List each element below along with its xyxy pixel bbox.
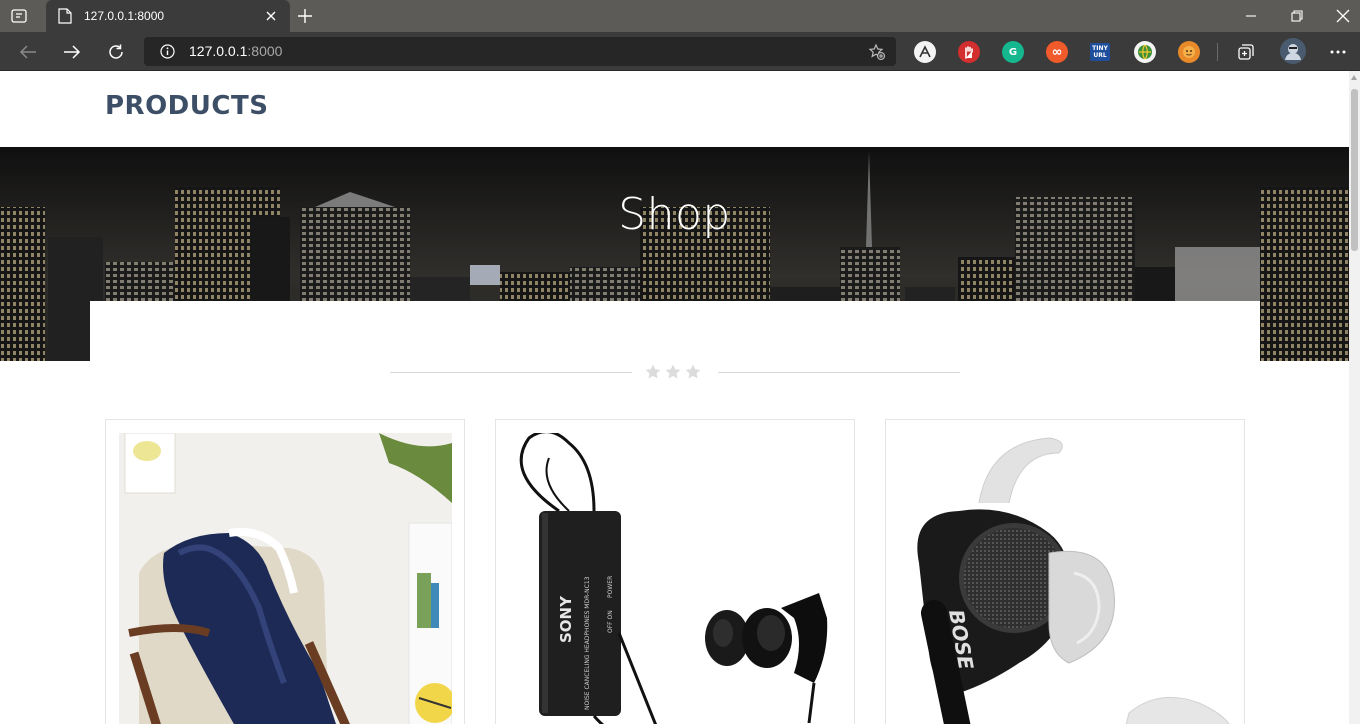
svg-text:POWER: POWER [607, 576, 614, 598]
tab-title: 127.0.0.1:8000 [84, 9, 165, 23]
svg-text:NOISE CANCELING HEADPHONES MDR: NOISE CANCELING HEADPHONES MDR-NC13 [584, 576, 591, 710]
close-window-button[interactable] [1320, 0, 1360, 32]
divider-left [390, 372, 632, 373]
ext-globe-icon[interactable] [1134, 41, 1156, 63]
ext-a-icon[interactable] [914, 41, 936, 63]
tinyurl-icon[interactable]: TINY URL [1090, 43, 1110, 61]
product-image-bose-earbuds[interactable]: BOSE [899, 433, 1232, 724]
browser-toolbar: 127.0.0.1:8000 G ∞ TINY URL [0, 32, 1360, 71]
star-divider [644, 363, 702, 381]
grammarly-icon[interactable]: G [1002, 41, 1024, 63]
product-card-blanket-chair[interactable] [105, 419, 465, 724]
site-brand[interactable]: PRODUCTS [105, 91, 268, 121]
page-icon [58, 8, 72, 24]
page-viewport: PRODUCTS Shop SONY NOISE CANCELING HEADP… [0, 71, 1349, 724]
product-card-bose-earbuds[interactable]: BOSE [885, 419, 1245, 724]
page-scrollbar[interactable] [1349, 71, 1360, 724]
more-menu-button[interactable] [1326, 40, 1350, 64]
svg-text:SONY: SONY [557, 595, 575, 643]
product-image-sony-headphones[interactable]: SONY NOISE CANCELING HEADPHONES MDR-NC13… [509, 433, 842, 724]
address-bar[interactable]: 127.0.0.1:8000 [144, 37, 896, 66]
ext-infinity-icon[interactable]: ∞ [1046, 41, 1068, 63]
browser-tabbar: 127.0.0.1:8000 [0, 0, 1360, 32]
add-favorite-icon[interactable] [868, 43, 886, 61]
star-icon [665, 364, 681, 379]
url-host: 127.0.0.1 [189, 43, 248, 59]
new-tab-button[interactable] [294, 6, 316, 26]
svg-text:OFF ON: OFF ON [607, 610, 614, 633]
hero-title: Shop [618, 189, 731, 240]
back-button[interactable] [16, 40, 40, 64]
scroll-thumb[interactable] [1351, 89, 1358, 251]
ext-face-icon[interactable] [1178, 41, 1200, 63]
collections-button[interactable] [1234, 40, 1258, 64]
url-port: :8000 [247, 43, 283, 59]
restore-button[interactable] [1274, 0, 1320, 32]
ext-hand-icon[interactable] [958, 41, 980, 63]
product-image-blanket-chair[interactable] [119, 433, 452, 724]
profile-avatar[interactable] [1280, 38, 1306, 64]
tab-actions-icon[interactable] [8, 6, 30, 26]
product-card-sony-headphones[interactable]: SONY NOISE CANCELING HEADPHONES MDR-NC13… [495, 419, 855, 724]
toolbar-separator [1217, 43, 1218, 61]
star-icon [685, 364, 701, 379]
url-text: 127.0.0.1:8000 [189, 43, 282, 59]
star-icon [645, 364, 661, 379]
browser-tab[interactable]: 127.0.0.1:8000 [46, 0, 290, 32]
divider-right [718, 372, 960, 373]
info-icon[interactable] [160, 44, 175, 59]
minimize-button[interactable] [1228, 0, 1274, 32]
forward-button[interactable] [60, 40, 84, 64]
scroll-up-icon[interactable] [1351, 75, 1357, 80]
close-tab-icon[interactable] [264, 9, 278, 23]
refresh-button[interactable] [104, 40, 128, 64]
